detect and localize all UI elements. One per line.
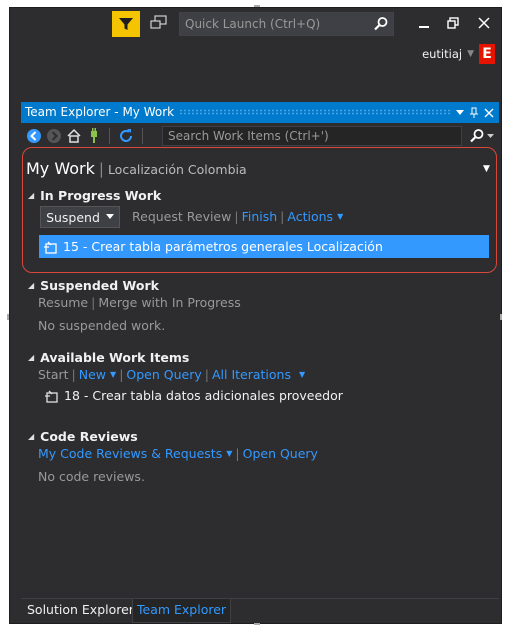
section-code-reviews[interactable]: ◢ Code Reviews — [28, 429, 138, 444]
separator: | — [235, 446, 240, 461]
edge-marker — [7, 314, 9, 320]
user-name: eutitiaj — [422, 47, 463, 61]
restore-icon[interactable] — [444, 14, 462, 32]
section-code-reviews-title: Code Reviews — [40, 429, 138, 444]
work-item-label: 18 - Crear tabla datos adicionales prove… — [64, 388, 343, 403]
section-in-progress[interactable]: ◢ In Progress Work — [28, 188, 161, 203]
new-link[interactable]: New — [79, 367, 106, 382]
window-position-dropdown-icon[interactable] — [453, 102, 467, 123]
in-progress-actions: Request Review | Finish | Actions ▼ — [132, 209, 343, 224]
refresh-icon[interactable] — [118, 128, 134, 144]
actions-link[interactable]: Actions — [287, 209, 333, 224]
quick-launch-placeholder: Quick Launch (Ctrl+Q) — [185, 17, 321, 31]
search-work-items-placeholder: Search Work Items (Ctrl+') — [168, 129, 329, 143]
chevron-down-icon[interactable]: ▼ — [226, 449, 232, 458]
section-in-progress-title: In Progress Work — [40, 188, 162, 203]
separator: | — [234, 209, 239, 224]
tool-window-title: Team Explorer - My Work — [25, 105, 181, 119]
chevron-down-icon[interactable]: ▼ — [483, 164, 490, 174]
section-suspended[interactable]: ◢ Suspended Work — [28, 278, 159, 293]
drag-grip[interactable] — [179, 109, 451, 115]
title-separator: | — [98, 160, 104, 178]
page-subtitle[interactable]: Localización Colombia — [108, 162, 247, 177]
user-account[interactable]: eutitiaj ▼ E — [422, 44, 495, 64]
chevron-down-icon — [105, 214, 114, 219]
close-icon[interactable] — [482, 102, 496, 123]
chevron-down-icon — [487, 133, 494, 138]
avatar[interactable]: E — [479, 44, 495, 64]
bottom-tab-strip: Solution Explorer Team Explorer — [21, 598, 499, 623]
page-title-main: My Work — [26, 159, 95, 178]
suspend-button-label: Suspend — [46, 209, 100, 225]
title-bar: Quick Launch (Ctrl+Q) eutitiaj ▼ E — [10, 8, 501, 64]
edge-marker — [254, 623, 260, 625]
quick-launch-input[interactable]: Quick Launch (Ctrl+Q) — [179, 12, 394, 36]
suspended-empty-label: No suspended work. — [38, 318, 166, 333]
section-available-title: Available Work Items — [40, 350, 190, 365]
pin-icon[interactable] — [467, 102, 481, 123]
toolbar-separator — [109, 128, 110, 144]
edge-marker — [254, 5, 260, 7]
code-reviews-empty-text: No code reviews. — [38, 469, 145, 484]
minimize-icon[interactable] — [415, 14, 433, 32]
suspended-empty-text: No suspended work. — [38, 318, 165, 333]
search-icon[interactable] — [373, 16, 389, 32]
open-query-link[interactable]: Open Query — [243, 446, 318, 461]
tab-solution-explorer[interactable]: Solution Explorer — [23, 599, 138, 623]
in-progress-work-item[interactable]: 15 - Crear tabla parámetros generales Lo… — [39, 235, 489, 258]
vs-window: Quick Launch (Ctrl+Q) eutitiaj ▼ E Team … — [9, 7, 502, 624]
section-available[interactable]: ◢ Available Work Items — [28, 350, 189, 365]
separator: | — [119, 367, 124, 382]
feedback-icon[interactable] — [150, 15, 168, 31]
available-work-item[interactable]: 18 - Crear tabla datos adicionales prove… — [40, 388, 343, 403]
all-iterations-link[interactable]: All Iterations — [212, 367, 291, 382]
connect-icon[interactable] — [86, 128, 102, 144]
home-icon[interactable] — [66, 128, 82, 144]
collapse-triangle-icon[interactable]: ◢ — [28, 353, 34, 362]
suspended-actions: Resume | Merge with In Progress — [38, 295, 241, 310]
separator: | — [71, 367, 76, 382]
team-explorer-toolbar: Search Work Items (Ctrl+') — [21, 123, 499, 149]
separator: | — [91, 295, 96, 310]
chevron-down-icon: ▼ — [467, 49, 474, 59]
section-suspended-title: Suspended Work — [40, 278, 159, 293]
work-item-icon — [44, 241, 57, 254]
page-title: My Work | Localización Colombia — [26, 159, 247, 178]
forward-icon[interactable] — [46, 128, 62, 144]
search-icon[interactable] — [469, 128, 495, 144]
open-query-link[interactable]: Open Query — [126, 367, 201, 382]
finish-link[interactable]: Finish — [242, 209, 278, 224]
tool-window-header[interactable]: Team Explorer - My Work — [21, 102, 499, 123]
chevron-down-icon[interactable]: ▼ — [110, 370, 116, 379]
merge-link[interactable]: Merge with In Progress — [98, 295, 240, 310]
back-icon[interactable] — [26, 128, 42, 144]
chevron-down-icon[interactable]: ▼ — [337, 212, 343, 221]
collapse-triangle-icon[interactable]: ◢ — [28, 281, 34, 290]
filter-icon[interactable] — [112, 11, 140, 37]
resume-link[interactable]: Resume — [38, 295, 88, 310]
collapse-triangle-icon[interactable]: ◢ — [28, 432, 34, 441]
start-link[interactable]: Start — [38, 367, 69, 382]
search-work-items-input[interactable]: Search Work Items (Ctrl+') — [162, 126, 462, 146]
work-item-label: 15 - Crear tabla parámetros generales Lo… — [63, 239, 383, 254]
toolbar-separator — [142, 128, 143, 144]
code-review-actions: My Code Reviews & Requests ▼ | Open Quer… — [38, 446, 318, 461]
my-code-reviews-link[interactable]: My Code Reviews & Requests — [38, 446, 222, 461]
suspend-button[interactable]: Suspend — [40, 206, 120, 228]
chevron-down-icon[interactable]: ▼ — [299, 370, 305, 379]
edge-marker — [500, 314, 502, 320]
code-reviews-empty-label: No code reviews. — [38, 469, 145, 484]
separator: | — [204, 367, 209, 382]
separator: | — [280, 209, 285, 224]
close-icon[interactable] — [475, 14, 493, 32]
collapse-triangle-icon[interactable]: ◢ — [28, 191, 34, 200]
tab-team-explorer[interactable]: Team Explorer — [132, 599, 232, 623]
available-actions: Start | New ▼ | Open Query | All Iterati… — [38, 367, 305, 382]
work-item-icon — [45, 390, 58, 403]
request-review-link[interactable]: Request Review — [132, 209, 231, 224]
